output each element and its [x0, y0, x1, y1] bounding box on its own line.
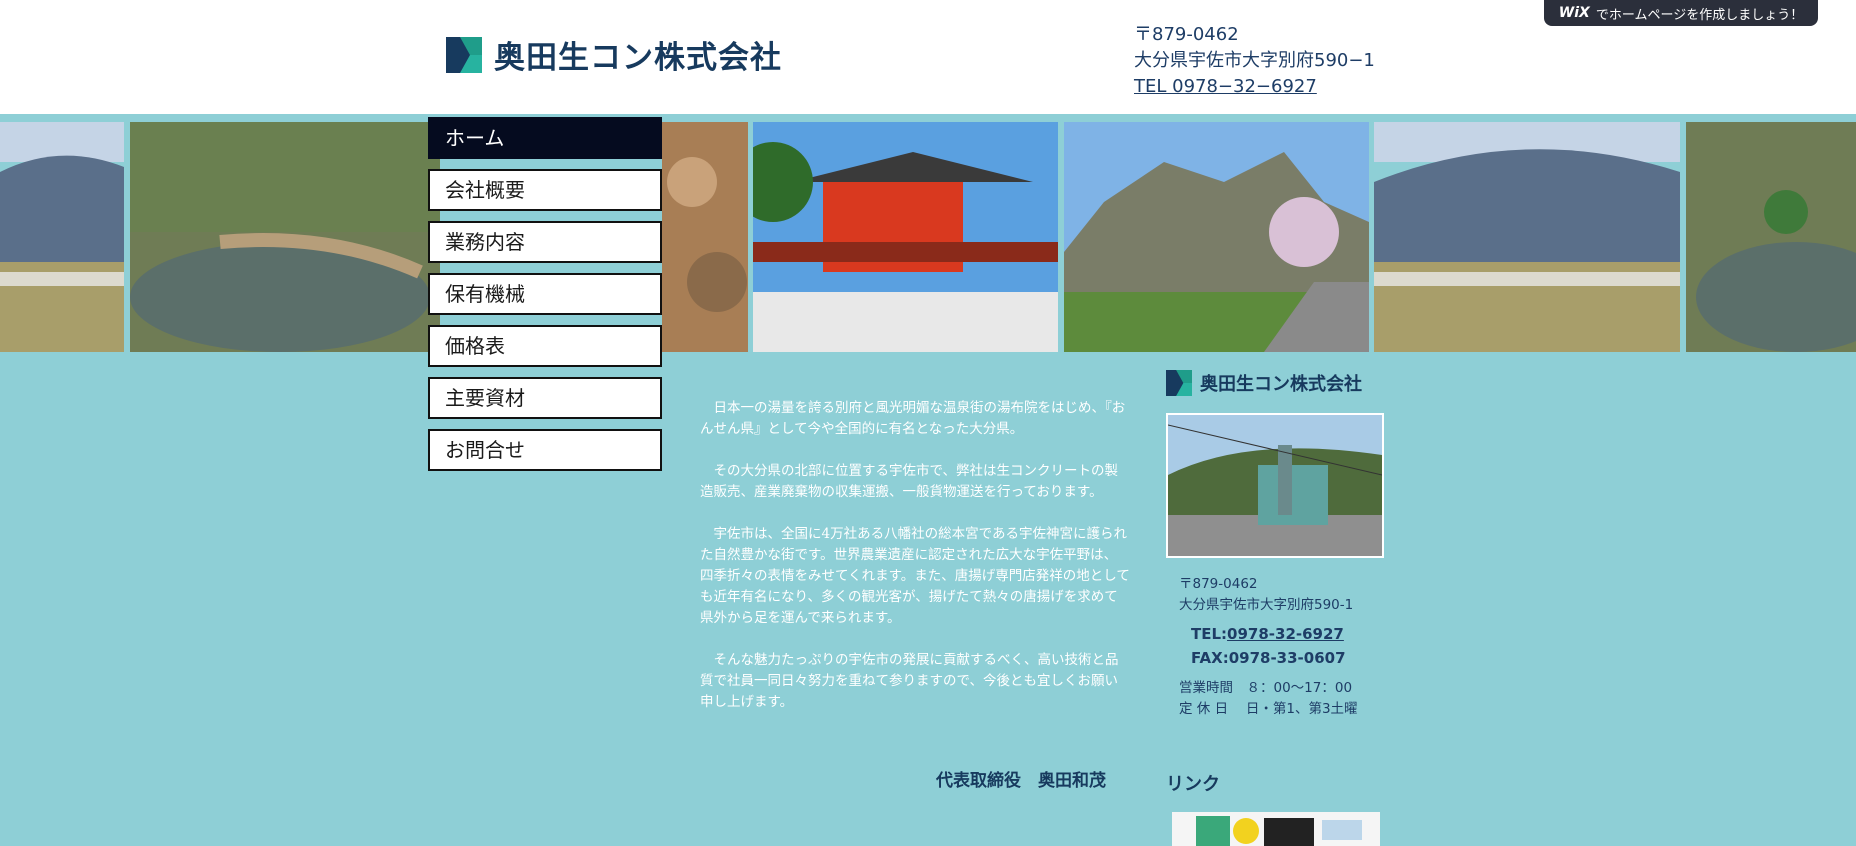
photo-rock-cliff — [1064, 122, 1369, 352]
photo-usa-shrine — [753, 122, 1058, 352]
header-divider — [0, 114, 1856, 122]
header-postal: 〒879-0462 — [1134, 24, 1239, 45]
sidebar-fax: FAX:0978-33-0607 — [1191, 649, 1346, 667]
photo-festival-right — [1374, 122, 1680, 352]
photo-hot-spring — [130, 122, 440, 352]
intro-paragraph: 日本一の湯量を誇る別府と風光明媚な温泉街の湯布院をはじめ、『おんせん県』として今… — [700, 400, 1126, 437]
sidebar-address: 大分県宇佐市大字別府590-1 — [1179, 597, 1354, 613]
photo-festival-left — [0, 122, 124, 352]
header-address: 大分県宇佐市大字別府590−1 — [1134, 50, 1375, 71]
intro-text: 日本一の湯量を誇る別府と風光明媚な温泉街の湯布院をはじめ、『おんせん県』として今… — [700, 398, 1130, 734]
plant-photo — [1166, 413, 1384, 558]
sidebar-postal: 〒879-0462 — [1179, 576, 1258, 592]
nav-item-services[interactable]: 業務内容 — [428, 221, 662, 263]
company-logo-icon — [446, 36, 482, 73]
sidebar-hours: 営業時間 ８：00〜17：00 — [1179, 680, 1353, 696]
wix-promo-banner[interactable]: WiX でホームページを作成しましょう！ — [1544, 0, 1818, 26]
photo-hot-spring-right — [1686, 122, 1856, 352]
sidebar-logo: 奥田生コン株式会社 — [1166, 370, 1362, 396]
sidebar-company-name: 奥田生コン株式会社 — [1200, 374, 1362, 395]
intro-paragraph: そんな魅力たっぷりの宇佐市の発展に貢献するべく、高い技術と品質で社員一同日々努力… — [700, 652, 1119, 710]
wix-logo: WiX — [1558, 5, 1590, 21]
header-address-block: 〒879-0462 大分県宇佐市大字別府590−1 TEL 0978−32−69… — [1134, 22, 1375, 100]
nav-item-machinery[interactable]: 保有機械 — [428, 273, 662, 315]
link-banner[interactable] — [1172, 812, 1380, 846]
president-signature: 代表取締役 奥田和茂 — [936, 771, 1106, 791]
sidebar-holidays: 定 休 日 日・第1、第3土曜 — [1179, 701, 1358, 717]
intro-paragraph: その大分県の北部に位置する宇佐市で、弊社は生コンクリートの製造販売、産業廃棄物の… — [700, 463, 1118, 500]
nav-item-company[interactable]: 会社概要 — [428, 169, 662, 211]
nav-item-contact[interactable]: お問合せ — [428, 429, 662, 471]
photo-strip — [0, 122, 1856, 352]
nav-item-prices[interactable]: 価格表 — [428, 325, 662, 367]
company-name: 奥田生コン株式会社 — [494, 40, 782, 76]
sidebar-tel: TEL:0978-32-6927 — [1179, 622, 1358, 646]
sidebar-tel-label: TEL: — [1191, 625, 1228, 643]
company-logo-icon — [1166, 370, 1192, 396]
wix-banner-text: でホームページを作成しましょう！ — [1595, 7, 1804, 23]
nav-item-materials[interactable]: 主要資材 — [428, 377, 662, 419]
intro-paragraph: 宇佐市は、全国に4万社ある八幡社の総本宮である宇佐神宮に護られた自然豊かな街です… — [700, 526, 1130, 626]
links-heading: リンク — [1166, 774, 1220, 795]
photo-rock-waterfall — [662, 122, 748, 352]
header-tel-link[interactable]: TEL 0978−32−6927 — [1134, 76, 1317, 97]
company-logo[interactable]: 奥田生コン株式会社 — [446, 32, 782, 77]
main-nav: ホーム 会社概要 業務内容 保有機械 価格表 主要資材 お問合せ — [428, 117, 662, 481]
sidebar-contact-info: 〒879-0462 大分県宇佐市大字別府590-1 TEL:0978-32-69… — [1179, 574, 1358, 720]
nav-item-home[interactable]: ホーム — [428, 117, 662, 159]
sidebar-tel-link[interactable]: 0978-32-6927 — [1227, 625, 1344, 643]
